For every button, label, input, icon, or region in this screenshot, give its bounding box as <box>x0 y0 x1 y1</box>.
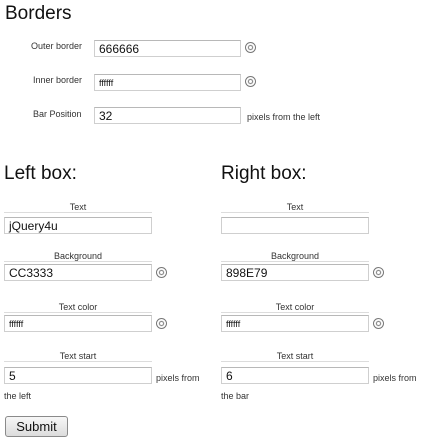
left-text-label: Text <box>69 202 87 212</box>
right-text-separator <box>221 212 369 213</box>
right-text-color-separator <box>221 312 369 313</box>
right-text-input[interactable] <box>221 217 369 234</box>
submit-button[interactable]: Submit <box>5 416 68 437</box>
right-text-start-separator <box>221 361 369 362</box>
bar-position-input[interactable]: 32 <box>94 107 241 124</box>
color-wheel-icon[interactable] <box>156 267 167 278</box>
left-background-separator <box>4 261 152 262</box>
right-text-start-input[interactable]: 6 <box>221 367 369 384</box>
left-text-start-suffix: pixels from <box>156 373 200 383</box>
left-box-title: Left box: <box>4 163 77 184</box>
right-box-title: Right box: <box>221 163 307 184</box>
left-text-start-suffix-continued: the left <box>4 391 32 401</box>
inner-border-input[interactable]: ffffff <box>94 74 241 91</box>
right-text-label: Text <box>286 202 304 212</box>
left-text-color-input[interactable]: ffffff <box>4 315 152 332</box>
left-text-start-input[interactable]: 5 <box>4 367 152 384</box>
left-background-label: Background <box>53 251 103 261</box>
right-text-color-input[interactable]: ffffff <box>221 315 369 332</box>
inner-border-label: Inner border <box>33 75 83 85</box>
left-background-input[interactable]: CC3333 <box>4 264 152 281</box>
borders-title: Borders <box>5 3 72 24</box>
bar-position-label: Bar Position <box>33 109 82 119</box>
left-text-start-label: Text start <box>59 351 97 361</box>
outer-border-input[interactable]: 666666 <box>94 40 241 57</box>
right-background-input[interactable]: 898E79 <box>221 264 369 281</box>
right-background-separator <box>221 261 369 262</box>
right-text-start-suffix: pixels from <box>373 373 417 383</box>
right-text-start-suffix-continued: the bar <box>221 391 250 401</box>
outer-border-label: Outer border <box>31 41 83 51</box>
right-background-label: Background <box>270 251 320 261</box>
color-wheel-icon[interactable] <box>373 318 384 329</box>
color-wheel-icon[interactable] <box>245 42 256 53</box>
color-wheel-icon[interactable] <box>156 318 167 329</box>
left-text-color-label: Text color <box>58 302 98 312</box>
left-text-input[interactable]: jQuery4u <box>4 217 152 234</box>
bar-position-suffix: pixels from the left <box>247 112 321 122</box>
left-text-separator <box>4 212 152 213</box>
color-wheel-icon[interactable] <box>245 76 256 87</box>
right-text-start-label: Text start <box>276 351 314 361</box>
right-text-color-label: Text color <box>275 302 315 312</box>
color-wheel-icon[interactable] <box>373 267 384 278</box>
left-text-color-separator <box>4 312 152 313</box>
left-text-start-separator <box>4 361 152 362</box>
